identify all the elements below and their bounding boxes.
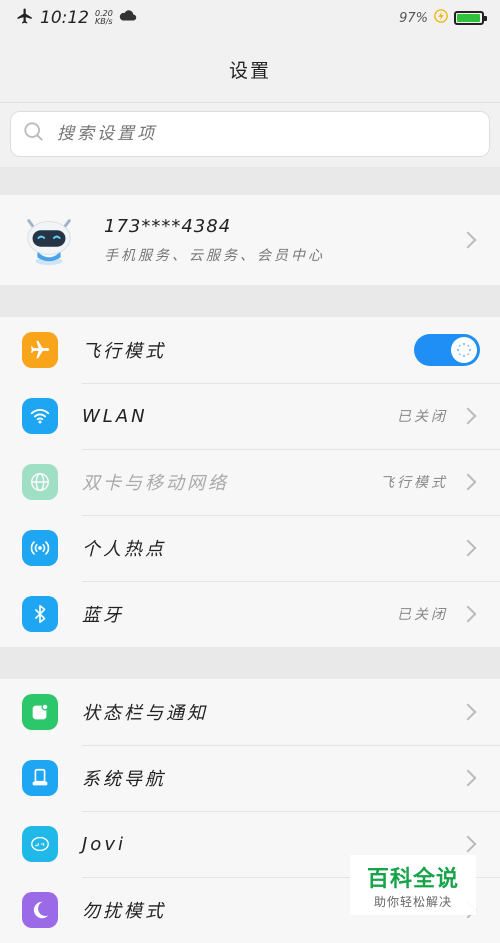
battery-icon xyxy=(454,11,487,25)
clock: 10:12 xyxy=(40,8,89,28)
notification-icon xyxy=(22,694,58,730)
airplane-mode-label: 飞行模式 xyxy=(82,341,166,362)
airplane-mode-row[interactable]: 飞行模式 xyxy=(0,317,500,383)
status-bar: 10:12 0.20 KB/s 97% xyxy=(0,0,500,36)
system-navigation-label: 系统导航 xyxy=(82,769,166,790)
toggle-knob xyxy=(451,337,477,363)
airplane-icon xyxy=(16,7,34,30)
avatar xyxy=(20,209,78,271)
account-number: 173****4384 xyxy=(104,215,232,237)
chevron-right-icon xyxy=(459,605,477,623)
jovi-label: Jovi xyxy=(82,833,126,855)
statusbar-notification-row[interactable]: 状态栏与通知 xyxy=(0,679,500,745)
cloud-icon xyxy=(119,8,137,28)
wlan-status: 已关闭 xyxy=(397,409,448,425)
search-icon xyxy=(23,121,45,147)
bluetooth-icon xyxy=(22,596,58,632)
page-title: 设置 xyxy=(228,59,271,82)
charging-icon xyxy=(434,9,448,27)
search-section xyxy=(0,103,500,167)
battery-percent: 97% xyxy=(399,10,428,26)
net-speed-unit: KB/s xyxy=(95,17,113,26)
dual-sim-label: 双卡与移动网络 xyxy=(82,473,229,494)
watermark-logo: 百科全说 助你轻松解决 xyxy=(350,855,476,915)
bluetooth-row[interactable]: 蓝牙 已关闭 xyxy=(0,581,500,647)
settings-group-network: 飞行模式 WLAN 已关闭 双卡与移动网络 飞行模式 个人热点 蓝牙 已关闭 xyxy=(0,317,500,647)
chevron-right-icon xyxy=(459,407,477,425)
watermark-title: 百科全说 xyxy=(366,866,459,892)
section-gap xyxy=(0,647,500,679)
bluetooth-status: 已关闭 xyxy=(397,607,448,623)
search-box[interactable] xyxy=(10,111,490,157)
system-navigation-row[interactable]: 系统导航 xyxy=(0,745,500,811)
bluetooth-label: 蓝牙 xyxy=(82,605,124,626)
jovi-icon xyxy=(22,826,58,862)
hotspot-icon xyxy=(22,530,58,566)
airplane-mode-toggle[interactable] xyxy=(414,334,480,366)
chevron-right-icon xyxy=(459,231,477,249)
airplane-icon xyxy=(22,332,58,368)
navigation-icon xyxy=(22,760,58,796)
header: 设置 xyxy=(0,36,500,102)
chevron-right-icon xyxy=(459,703,477,721)
wlan-row[interactable]: WLAN 已关闭 xyxy=(0,383,500,449)
statusbar-notification-label: 状态栏与通知 xyxy=(82,703,208,724)
section-gap xyxy=(0,167,500,195)
chevron-right-icon xyxy=(459,539,477,557)
hotspot-label: 个人热点 xyxy=(82,539,166,560)
search-input[interactable] xyxy=(55,123,459,145)
chevron-right-icon xyxy=(459,835,477,853)
globe-icon xyxy=(22,464,58,500)
dual-sim-row[interactable]: 双卡与移动网络 飞行模式 xyxy=(0,449,500,515)
section-gap xyxy=(0,285,500,317)
chevron-right-icon xyxy=(459,769,477,787)
moon-icon xyxy=(22,892,58,928)
watermark-subtitle: 助你轻松解决 xyxy=(373,894,452,909)
hotspot-row[interactable]: 个人热点 xyxy=(0,515,500,581)
account-subtitle: 手机服务、云服务、会员中心 xyxy=(104,247,325,264)
account-row[interactable]: 173****4384 手机服务、云服务、会员中心 xyxy=(0,195,500,285)
wlan-label: WLAN xyxy=(82,405,148,427)
wifi-icon xyxy=(22,398,58,434)
dual-sim-status: 飞行模式 xyxy=(380,475,448,491)
chevron-right-icon xyxy=(459,473,477,491)
